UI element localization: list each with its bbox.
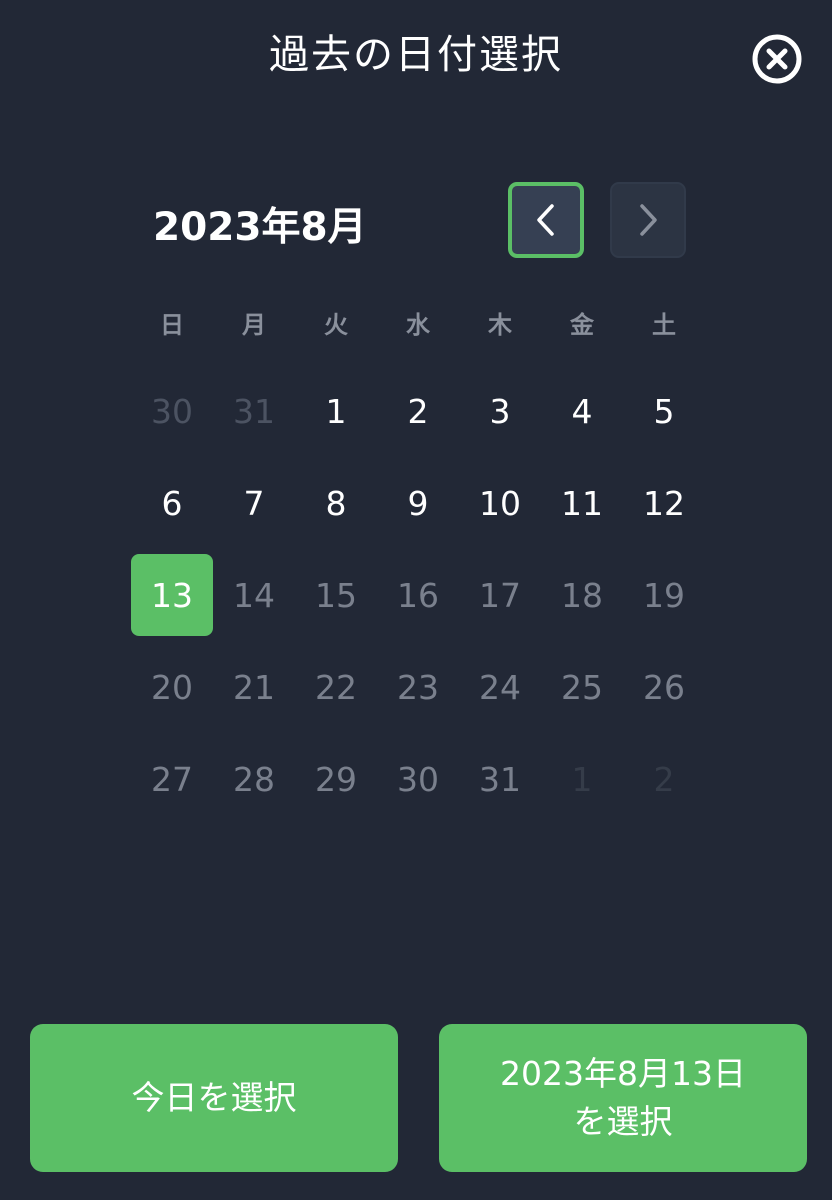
day-number: 12: [643, 483, 685, 523]
day-cell: 2: [623, 734, 705, 826]
month-label: 2023年8月: [153, 205, 367, 250]
close-circle-icon: [752, 34, 802, 84]
day-number: 1: [325, 391, 347, 431]
selected-day-number: 13: [131, 554, 213, 637]
day-number: 9: [407, 483, 429, 523]
chevron-right-icon: [640, 204, 657, 236]
day-number: 21: [233, 668, 275, 708]
next-month-button[interactable]: [610, 182, 686, 258]
day-cell: 16: [377, 549, 459, 641]
day-cell: 27: [131, 734, 213, 826]
day-cell[interactable]: 3: [459, 365, 541, 457]
page-title: 過去の日付選択: [269, 32, 563, 78]
day-number: 16: [397, 575, 439, 615]
day-number: 24: [479, 668, 521, 708]
day-cell: 21: [213, 642, 295, 734]
day-cell: 24: [459, 642, 541, 734]
weekday-header-row: 日 月 火 水 木 金 土: [131, 305, 705, 340]
close-button[interactable]: [752, 34, 802, 84]
day-number: 31: [233, 391, 275, 431]
day-cell[interactable]: 2: [377, 365, 459, 457]
day-cell: 28: [213, 734, 295, 826]
day-cell: 26: [623, 642, 705, 734]
day-cell: 31: [213, 365, 295, 457]
day-cell[interactable]: 7: [213, 457, 295, 549]
weekday-sun: 日: [160, 311, 184, 339]
day-cell: 15: [295, 549, 377, 641]
day-cell: 19: [623, 549, 705, 641]
day-cell[interactable]: 5: [623, 365, 705, 457]
day-number: 26: [643, 668, 685, 708]
day-number: 23: [397, 668, 439, 708]
day-number: 29: [315, 760, 357, 800]
day-cell: 25: [541, 642, 623, 734]
day-number: 27: [151, 760, 193, 800]
day-number: 28: [233, 760, 275, 800]
day-cell[interactable]: 4: [541, 365, 623, 457]
day-cell: 31: [459, 734, 541, 826]
day-number: 3: [489, 391, 511, 431]
select-date-label-line2: を選択: [573, 1102, 673, 1141]
weekday-thu: 木: [488, 311, 512, 339]
weekday-sat: 土: [652, 311, 676, 339]
select-date-button[interactable]: 2023年8月13日 を選択: [439, 1024, 807, 1172]
day-number: 19: [643, 575, 685, 615]
weekday-fri: 金: [570, 311, 594, 339]
day-cell: 30: [131, 365, 213, 457]
select-today-label: 今日を選択: [131, 1078, 297, 1117]
chevron-left-icon: [537, 204, 554, 236]
day-cell[interactable]: 8: [295, 457, 377, 549]
day-cell[interactable]: 1: [295, 365, 377, 457]
previous-month-button[interactable]: [508, 182, 584, 258]
day-number: 2: [407, 391, 429, 431]
select-today-button[interactable]: 今日を選択: [30, 1024, 398, 1172]
weekday-tue: 火: [324, 311, 348, 339]
day-number: 31: [479, 760, 521, 800]
date-picker-screen: 過去の日付選択 2023年8月 日 月 火 水 木 金 土 30 31 1 2 …: [0, 0, 832, 1200]
day-number: 1: [571, 760, 593, 800]
day-number: 22: [315, 668, 357, 708]
day-number: 17: [479, 575, 521, 615]
day-cell: 20: [131, 642, 213, 734]
day-number: 2: [653, 760, 675, 800]
day-number: 5: [653, 391, 675, 431]
day-number: 7: [243, 483, 265, 523]
day-number: 10: [479, 483, 521, 523]
day-cell: 18: [541, 549, 623, 641]
day-cell[interactable]: 6: [131, 457, 213, 549]
day-number: 20: [151, 668, 193, 708]
day-cell[interactable]: 11: [541, 457, 623, 549]
day-cell: 30: [377, 734, 459, 826]
day-cell[interactable]: 10: [459, 457, 541, 549]
day-cell: 17: [459, 549, 541, 641]
day-cell[interactable]: 12: [623, 457, 705, 549]
day-number: 30: [151, 391, 193, 431]
day-number: 25: [561, 668, 603, 708]
select-date-label-line1: 2023年8月13日: [500, 1054, 746, 1093]
weekday-wed: 水: [406, 311, 430, 339]
day-cell: 14: [213, 549, 295, 641]
day-number: 30: [397, 760, 439, 800]
day-cell-selected[interactable]: 13: [131, 549, 213, 641]
weekday-mon: 月: [242, 311, 266, 339]
day-cell[interactable]: 9: [377, 457, 459, 549]
day-cell: 1: [541, 734, 623, 826]
day-number: 18: [561, 575, 603, 615]
day-number: 4: [571, 391, 593, 431]
day-cell: 23: [377, 642, 459, 734]
day-cell: 22: [295, 642, 377, 734]
day-number: 15: [315, 575, 357, 615]
day-number: 6: [161, 483, 183, 523]
day-number: 8: [325, 483, 347, 523]
day-cell: 29: [295, 734, 377, 826]
calendar-day-grid: 30 31 1 2 3 4 5 6 7 8 9 10 11 12 13 14 1…: [131, 365, 705, 826]
day-number: 11: [561, 483, 603, 523]
day-number: 14: [233, 575, 275, 615]
